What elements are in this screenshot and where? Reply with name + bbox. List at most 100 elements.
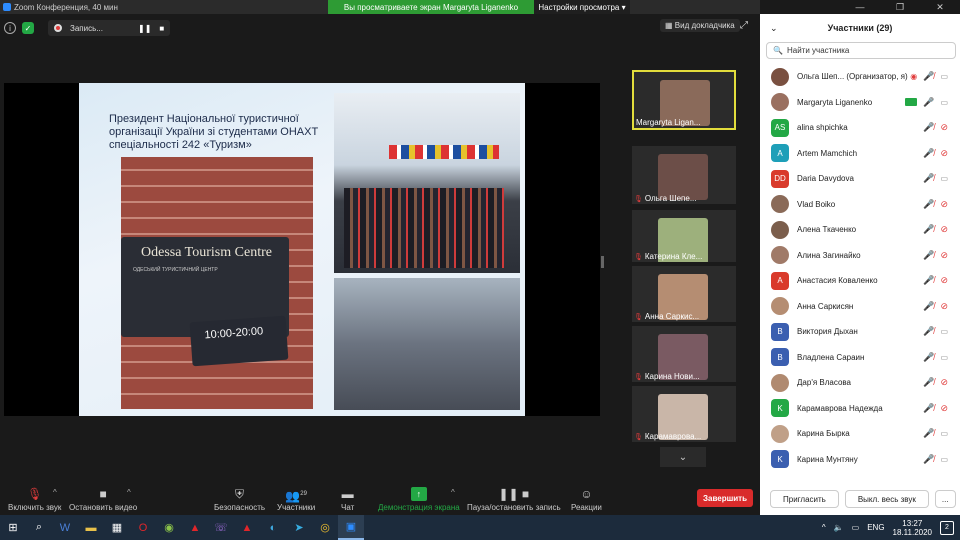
camera-on-icon[interactable]: ▭ [940, 353, 948, 362]
camera-on-icon[interactable]: ▭ [940, 174, 948, 183]
participant-row[interactable]: Margaryta Liganenko 🎤 ▭ [760, 90, 960, 116]
notifications-icon[interactable]: 2 [940, 520, 954, 535]
camera-off-icon[interactable]: ⊘ [940, 199, 948, 210]
camera-on-icon[interactable]: ▭ [940, 72, 948, 81]
word-icon[interactable]: W [52, 515, 78, 540]
camera-off-icon[interactable]: ⊘ [940, 224, 948, 235]
mic-muted-icon[interactable]: 🎤̸ [923, 301, 934, 312]
volume-icon[interactable]: 🔈 [834, 523, 844, 532]
search-taskbar-icon[interactable]: ⌕ [26, 515, 52, 540]
video-thumbnail[interactable]: 🎙 Ольга Шепе... [632, 146, 736, 204]
security-button[interactable]: ⛨ Безопасность [214, 487, 265, 512]
participant-row[interactable]: Vlad Boiko 🎤̸ ⊘ [760, 192, 960, 218]
info-icon[interactable]: i [4, 22, 16, 34]
mic-muted-icon[interactable]: 🎤̸ [923, 377, 934, 388]
fullscreen-icon[interactable]: ⤢ [740, 20, 748, 31]
participant-row[interactable]: Алена Ткаченко 🎤̸ ⊘ [760, 217, 960, 243]
camera-off-icon[interactable]: ⊘ [940, 377, 948, 388]
mic-muted-icon[interactable]: 🎤̸ [923, 173, 934, 184]
pane-resize-handle[interactable] [601, 256, 604, 268]
mic-muted-icon[interactable]: 🎤̸ [923, 71, 934, 82]
participant-row[interactable]: Дар'я Власова 🎤̸ ⊘ [760, 370, 960, 396]
scroll-down-thumbnails-icon[interactable]: ⌄ [660, 447, 706, 467]
camera-on-icon[interactable]: ▭ [940, 429, 948, 438]
mic-muted-icon[interactable]: 🎤̸ [923, 148, 934, 159]
share-screen-button[interactable]: ↑ Демонстрация экрана [378, 487, 460, 512]
mic-muted-icon[interactable]: 🎤̸ [923, 122, 934, 133]
share-options-caret-icon[interactable]: ^ [451, 488, 455, 497]
zoom-taskbar-icon[interactable]: ▣ [338, 515, 364, 540]
mic-muted-icon[interactable]: 🎤̸ [923, 403, 934, 414]
participant-row[interactable]: A Анастасия Коваленко 🎤̸ ⊘ [760, 268, 960, 294]
speaker-view-button[interactable]: ▦ Вид докладчика [660, 19, 740, 32]
mic-muted-icon[interactable]: 🎤̸ [923, 275, 934, 286]
end-meeting-button[interactable]: Завершить [697, 489, 753, 507]
recording-status-icon[interactable]: ◉ [910, 72, 917, 81]
video-options-caret-icon[interactable]: ^ [127, 488, 131, 497]
close-button[interactable]: ✕ [920, 0, 960, 14]
participants-button[interactable]: 👥29 Участники [277, 487, 315, 512]
collapse-panel-icon[interactable]: ⌄ [770, 23, 778, 34]
file-explorer-icon[interactable]: ▬ [78, 515, 104, 540]
audio-options-caret-icon[interactable]: ^ [53, 488, 57, 497]
video-thumbnail[interactable]: Margaryta Ligan... [632, 70, 736, 130]
telegram-icon[interactable]: ➤ [286, 515, 312, 540]
opera-icon[interactable]: O [130, 515, 156, 540]
mic-muted-icon[interactable]: 🎤̸ [923, 224, 934, 235]
participant-row[interactable]: K Карамаврова Надежда 🎤̸ ⊘ [760, 396, 960, 422]
video-thumbnail[interactable]: 🎙 Карамаврова... [632, 386, 736, 442]
video-thumbnail[interactable]: 🎙 Катерина Кле... [632, 210, 736, 262]
stop-recording-icon[interactable]: ■ [159, 24, 164, 33]
participant-row[interactable]: B Владлена Сараин 🎤̸ ▭ [760, 345, 960, 371]
camera-off-icon[interactable]: ⊘ [940, 301, 948, 312]
camera-on-icon[interactable]: ▭ [940, 327, 948, 336]
more-options-button[interactable]: ... [934, 490, 956, 508]
participant-row[interactable]: Ольга Шеп... (Организатор, я) ◉ 🎤̸ ▭ [760, 64, 960, 90]
mic-on-icon[interactable]: 🎤 [923, 97, 934, 108]
invite-button[interactable]: Пригласить [770, 490, 839, 508]
edge-icon[interactable]: ◐ [260, 515, 286, 540]
app-green-icon[interactable]: ◉ [156, 515, 182, 540]
mic-muted-icon[interactable]: 🎤̸ [923, 352, 934, 363]
participant-row[interactable]: Карина Бырка 🎤̸ ▭ [760, 421, 960, 447]
participant-row[interactable]: B Виктория Дыхан 🎤̸ ▭ [760, 319, 960, 345]
input-language[interactable]: ENG [867, 523, 884, 532]
camera-off-icon[interactable]: ⊘ [940, 403, 948, 414]
mic-muted-icon[interactable]: 🎤̸ [923, 199, 934, 210]
participant-row[interactable]: Алина Загинайко 🎤̸ ⊘ [760, 243, 960, 269]
camera-off-icon[interactable]: ⊘ [940, 148, 948, 159]
start-icon[interactable]: ⊞ [0, 515, 26, 540]
mic-muted-icon[interactable]: 🎤̸ [923, 326, 934, 337]
windows-store-icon[interactable]: ▦ [104, 515, 130, 540]
chat-button[interactable]: ▬ Чат [341, 487, 354, 512]
participant-row[interactable]: Анна Саркисян 🎤̸ ⊘ [760, 294, 960, 320]
acrobat-icon[interactable]: ▲ [234, 515, 260, 540]
maximize-button[interactable]: ❐ [880, 0, 920, 14]
camera-off-icon[interactable]: ⊘ [940, 250, 948, 261]
participant-row[interactable]: AS alina shpichka 🎤̸ ⊘ [760, 115, 960, 141]
participant-row[interactable]: DD Daria Davydova 🎤̸ ▭ [760, 166, 960, 192]
mute-all-button[interactable]: Выкл. весь звук [844, 490, 929, 508]
video-thumbnail[interactable]: 🎙 Карина Нови... [632, 326, 736, 382]
reactions-button[interactable]: ☺ Реакции [571, 487, 602, 512]
camera-on-icon[interactable]: ▭ [940, 455, 948, 464]
camera-on-icon[interactable]: ▭ [940, 98, 948, 107]
mic-muted-icon[interactable]: 🎤̸ [923, 250, 934, 261]
pause-recording-icon[interactable]: ❚❚ [138, 24, 151, 33]
mic-muted-icon[interactable]: 🎤̸ [923, 428, 934, 439]
participant-row[interactable]: K Карина Мунтяну 🎤̸ ▭ [760, 447, 960, 473]
acrobat-reader-icon[interactable]: ▲ [182, 515, 208, 540]
camera-off-icon[interactable]: ⊘ [940, 122, 948, 133]
video-thumbnail[interactable]: 🎙 Анна Саркис... [632, 266, 736, 322]
tray-overflow-icon[interactable]: ^ [822, 523, 826, 532]
participant-row[interactable]: A Artem Mamchich 🎤̸ ⊘ [760, 141, 960, 167]
mic-muted-icon[interactable]: 🎤̸ [923, 454, 934, 465]
network-icon[interactable]: ▭ [852, 523, 860, 532]
view-options-button[interactable]: Настройки просмотра ▾ [534, 0, 630, 14]
viber-icon[interactable]: ☏ [208, 515, 234, 540]
camera-off-icon[interactable]: ⊘ [940, 275, 948, 286]
clock[interactable]: 13:27 18.11.2020 [893, 519, 932, 537]
pause-stop-recording-button[interactable]: ❚❚ ■ Пауза/остановить запись [467, 487, 561, 512]
chrome-icon[interactable]: ◎ [312, 515, 338, 540]
participant-search-field[interactable]: 🔍 Найти участника [766, 42, 956, 59]
